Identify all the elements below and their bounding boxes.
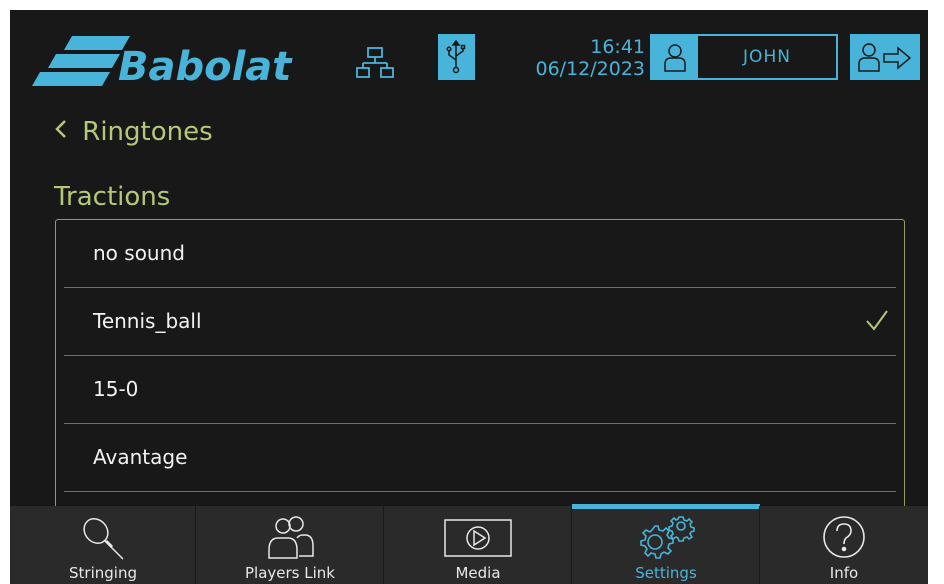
players-icon xyxy=(268,516,314,559)
ringtone-option[interactable]: Avantage xyxy=(56,424,904,491)
nav-label: Media xyxy=(455,564,501,582)
active-indicator xyxy=(572,504,760,509)
logout-button[interactable] xyxy=(850,34,920,80)
nav-label: Stringing xyxy=(69,564,137,582)
usb-button[interactable] xyxy=(438,34,475,80)
racket-icon xyxy=(83,518,124,560)
nav-settings[interactable]: Settings xyxy=(572,504,760,584)
nav-info[interactable]: Info xyxy=(760,506,928,584)
ringtone-label: 15-0 xyxy=(93,377,139,401)
ringtone-label: no sound xyxy=(93,241,185,265)
back-button[interactable]: Ringtones xyxy=(54,113,213,151)
clock-readout: 16:41 06/12/2023 xyxy=(488,36,645,80)
bottom-nav: Stringing Players Link Media Settings In… xyxy=(10,504,928,584)
chevron-left-icon xyxy=(54,113,74,151)
check-icon xyxy=(866,310,888,331)
user-name: JOHN xyxy=(743,47,791,67)
nav-media[interactable]: Media xyxy=(384,506,572,584)
nav-label: Info xyxy=(829,564,859,582)
brand-text: Babolat xyxy=(118,44,293,90)
ringtone-option[interactable]: Tennis_ball xyxy=(56,288,904,355)
section-title: Tractions xyxy=(54,182,171,212)
divider xyxy=(64,491,896,492)
ringtone-option[interactable]: no sound xyxy=(56,220,904,287)
logout-icon xyxy=(858,43,912,72)
gears-icon xyxy=(640,516,695,559)
user-selector[interactable]: JOHN xyxy=(650,34,838,80)
play-icon xyxy=(444,519,512,557)
user-icon xyxy=(664,44,686,72)
app-screen: Babolat 16:41 06/12/2023 JOHN Ringtones … xyxy=(10,10,928,584)
ringtone-option[interactable]: 15-0 xyxy=(56,356,904,423)
usb-icon xyxy=(446,40,466,74)
babolat-logo: Babolat xyxy=(32,32,362,94)
clock-date: 06/12/2023 xyxy=(535,58,645,80)
clock-time: 16:41 xyxy=(590,36,645,58)
nav-label: Settings xyxy=(635,564,697,582)
nav-label: Players Link xyxy=(245,564,335,582)
ringtone-label: Tennis_ball xyxy=(93,309,202,333)
question-icon xyxy=(823,516,865,558)
nav-stringing[interactable]: Stringing xyxy=(10,506,196,584)
network-icon xyxy=(356,46,394,84)
nav-players-link[interactable]: Players Link xyxy=(196,506,384,584)
user-icon-cell xyxy=(652,36,698,78)
ringtone-label: Avantage xyxy=(93,445,188,469)
back-label: Ringtones xyxy=(82,117,213,147)
